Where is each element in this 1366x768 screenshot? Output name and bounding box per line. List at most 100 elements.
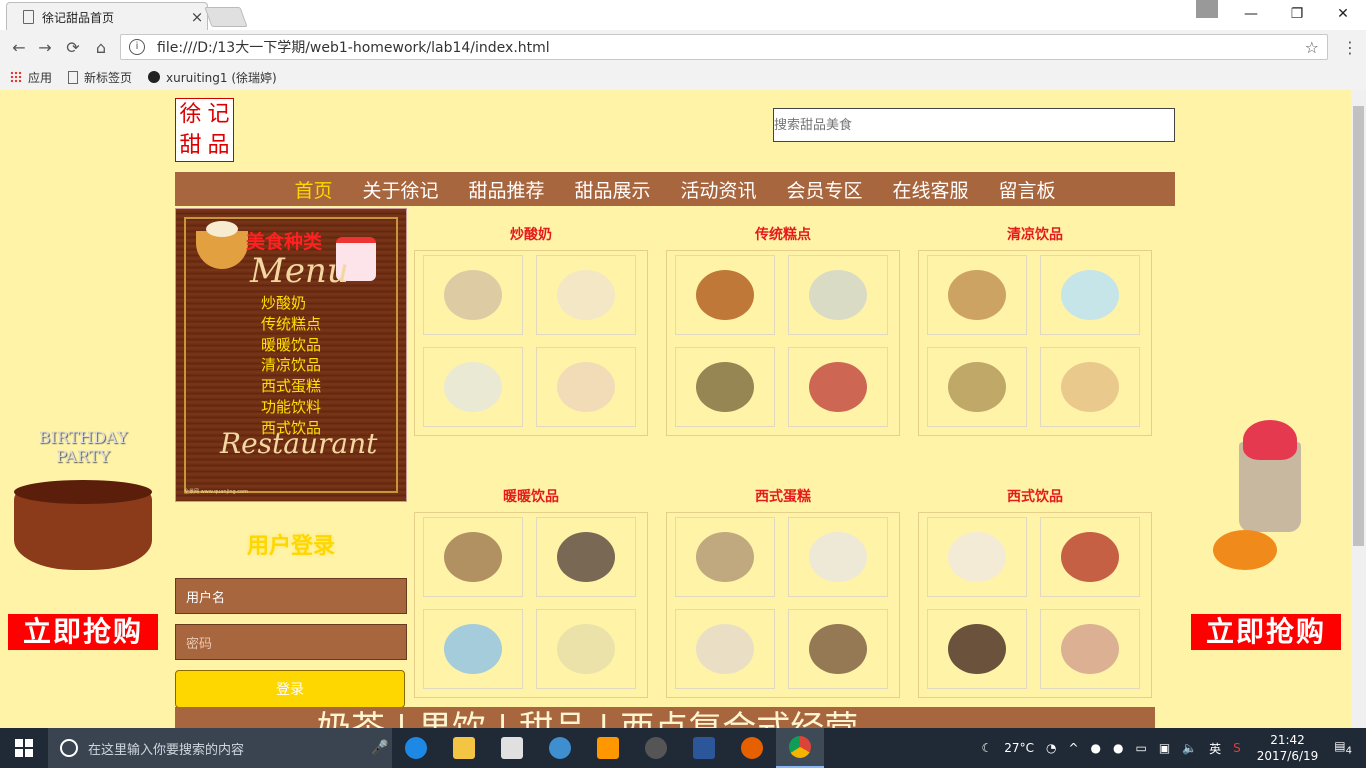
taskbar-app-game[interactable] — [632, 728, 680, 768]
back-icon[interactable]: ← — [8, 36, 30, 58]
category-title[interactable]: 西式饮品 — [918, 486, 1152, 506]
chevron-up-icon[interactable]: ^ — [1068, 741, 1078, 755]
nav-recommend[interactable]: 甜品推荐 — [468, 176, 544, 203]
qq-icon[interactable]: ● — [1091, 741, 1101, 755]
network-icon[interactable]: ▣ — [1159, 741, 1170, 755]
menu-item[interactable]: 传统糕点 — [261, 314, 321, 335]
taskbar-app-sublime[interactable] — [584, 728, 632, 768]
reload-icon[interactable]: ⟳ — [62, 36, 84, 58]
browser-menu-icon[interactable]: ⋮ — [1342, 38, 1358, 57]
bookmark-star-icon[interactable]: ☆ — [1305, 38, 1319, 57]
site-logo[interactable]: 徐 记 甜 品 — [175, 98, 234, 162]
bookmark-new-tab[interactable]: 新标签页 — [68, 69, 132, 86]
new-tab-button[interactable] — [204, 7, 248, 27]
dessert-image[interactable] — [788, 609, 888, 689]
buy-now-banner[interactable]: 立即抢购 — [1191, 614, 1341, 650]
taskbar-search[interactable]: 在这里输入你要搜索的内容 🎤 — [48, 728, 392, 768]
maximize-icon[interactable]: ❐ — [1274, 0, 1320, 28]
nav-showcase[interactable]: 甜品展示 — [574, 176, 650, 203]
minimize-icon[interactable]: — — [1228, 0, 1274, 28]
volume-icon[interactable]: 🔈 — [1182, 741, 1197, 755]
nav-events[interactable]: 活动资讯 — [681, 176, 757, 203]
dessert-image[interactable] — [788, 347, 888, 427]
taskbar-app-edge[interactable] — [392, 728, 440, 768]
address-bar[interactable]: i file:///D:/13大一下学期/web1-homework/lab14… — [120, 34, 1328, 60]
clock[interactable]: 21:42 2017/6/19 — [1257, 732, 1319, 764]
category-title[interactable]: 西式蛋糕 — [666, 486, 900, 506]
dessert-image[interactable] — [788, 255, 888, 335]
dessert-image[interactable] — [927, 609, 1027, 689]
taskbar-app-word[interactable] — [680, 728, 728, 768]
qq-icon[interactable]: ● — [1113, 741, 1123, 755]
scrollbar-thumb[interactable] — [1353, 106, 1364, 546]
notification-icon[interactable]: ▤4 — [1334, 739, 1352, 756]
taskbar-app-s[interactable] — [536, 728, 584, 768]
dessert-image[interactable] — [423, 609, 523, 689]
dessert-image[interactable] — [675, 609, 775, 689]
weather-text[interactable]: 27°C — [1004, 741, 1034, 755]
taskbar-app-chrome[interactable] — [776, 728, 824, 768]
nav-about[interactable]: 关于徐记 — [362, 176, 438, 203]
dessert-image[interactable] — [675, 255, 775, 335]
ime-indicator[interactable]: 英 — [1209, 740, 1221, 757]
dessert-image[interactable] — [1040, 255, 1140, 335]
menu-item[interactable]: 清凉饮品 — [261, 355, 321, 376]
menu-item[interactable]: 功能饮料 — [261, 397, 321, 418]
dessert-image[interactable] — [1040, 609, 1140, 689]
username-input[interactable]: 用户名 — [175, 578, 407, 614]
battery-icon[interactable]: ▭ — [1135, 741, 1146, 755]
dessert-photo — [557, 270, 615, 320]
buy-now-banner[interactable]: 立即抢购 — [8, 614, 158, 650]
taskbar-app-explorer[interactable] — [440, 728, 488, 768]
browser-tab[interactable]: 徐记甜品首页 × — [6, 2, 208, 31]
bookmark-github[interactable]: xuruiting1 (徐瑞婷) — [148, 69, 277, 86]
menu-item[interactable]: 炒酸奶 — [261, 293, 321, 314]
right-side-ad[interactable]: 立即抢购 — [1191, 420, 1341, 650]
menu-item[interactable]: 西式蛋糕 — [261, 376, 321, 397]
dessert-image[interactable] — [675, 517, 775, 597]
nav-home[interactable]: 首页 — [294, 176, 332, 203]
taskbar-app-store[interactable] — [488, 728, 536, 768]
nav-members[interactable]: 会员专区 — [787, 176, 863, 203]
profile-icon[interactable] — [1196, 0, 1218, 18]
dessert-image[interactable] — [927, 347, 1027, 427]
dessert-image[interactable] — [423, 347, 523, 427]
url-text[interactable]: file:///D:/13大一下学期/web1-homework/lab14/i… — [157, 37, 1305, 57]
start-button[interactable] — [0, 728, 48, 768]
dessert-image[interactable] — [788, 517, 888, 597]
category-title[interactable]: 暖暖饮品 — [414, 486, 648, 506]
dessert-image[interactable] — [423, 517, 523, 597]
microphone-icon[interactable]: 🎤 — [368, 740, 392, 756]
password-input[interactable]: 密码 — [175, 624, 407, 660]
category-title[interactable]: 清凉饮品 — [918, 224, 1152, 244]
dessert-image[interactable] — [675, 347, 775, 427]
dessert-image[interactable] — [423, 255, 523, 335]
left-side-ad[interactable]: BIRTHDAY PARTY 立即抢购 — [8, 420, 158, 650]
dessert-image[interactable] — [927, 517, 1027, 597]
dessert-image[interactable] — [536, 609, 636, 689]
search-input[interactable] — [773, 108, 1175, 142]
dessert-image[interactable] — [1040, 347, 1140, 427]
nav-support[interactable]: 在线客服 — [893, 176, 969, 203]
category-title[interactable]: 传统糕点 — [666, 224, 900, 244]
dessert-image[interactable] — [927, 255, 1027, 335]
login-button[interactable]: 登录 — [175, 670, 405, 708]
wifi-icon[interactable]: ◔ — [1046, 741, 1056, 755]
category-title[interactable]: 炒酸奶 — [414, 224, 648, 244]
bookmark-label: xuruiting1 (徐瑞婷) — [166, 70, 277, 85]
dessert-image[interactable] — [1040, 517, 1140, 597]
sogou-icon[interactable]: S — [1233, 741, 1241, 755]
dessert-image[interactable] — [536, 517, 636, 597]
slogan-bar: 奶茶 | 果饮 | 甜品 | 西点复合式经营 — [175, 707, 1155, 728]
close-icon[interactable]: ✕ — [1320, 0, 1366, 28]
bookmark-apps[interactable]: 应用 — [10, 69, 52, 86]
taskbar-app-firefox[interactable] — [728, 728, 776, 768]
home-icon[interactable]: ⌂ — [90, 36, 112, 58]
dessert-image[interactable] — [536, 347, 636, 427]
forward-icon[interactable]: → — [34, 36, 56, 58]
nav-guestbook[interactable]: 留言板 — [999, 176, 1056, 203]
tab-close-icon[interactable]: × — [187, 8, 207, 26]
menu-item[interactable]: 暖暖饮品 — [261, 335, 321, 356]
dessert-image[interactable] — [536, 255, 636, 335]
info-icon[interactable]: i — [129, 39, 145, 55]
